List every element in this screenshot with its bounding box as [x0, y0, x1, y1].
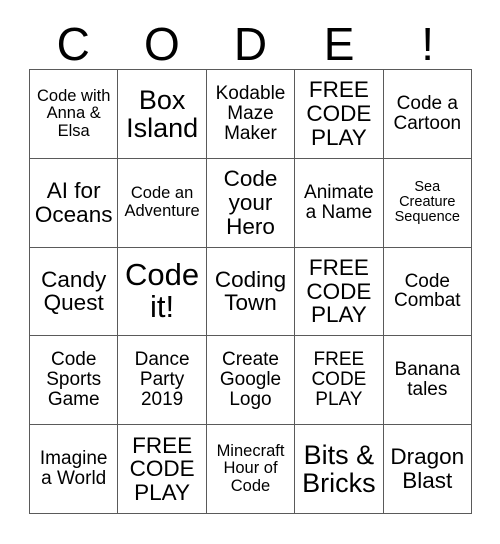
bingo-cell-r3c5[interactable]: Code Combat — [383, 247, 472, 337]
bingo-cell-label: Banana tales — [394, 359, 461, 401]
bingo-cell-label: Dance Party 2019 — [134, 349, 190, 411]
bingo-cell-r2c2[interactable]: Code an Adventure — [118, 158, 207, 248]
header-letter-5: ! — [421, 17, 435, 70]
bingo-cell-r3c3[interactable]: Coding Town — [206, 247, 296, 337]
bingo-cell-label: Code an Adventure — [124, 184, 200, 220]
bingo-cell-label: Imagine a World — [39, 448, 108, 490]
bingo-cell-r1c4[interactable]: FREE CODE PLAY — [295, 70, 384, 159]
bingo-cell-label: Code Combat — [394, 270, 461, 312]
bingo-cell-r3c1[interactable]: Candy Quest — [30, 247, 119, 337]
bingo-cell-r2c1[interactable]: AI for Oceans — [30, 158, 119, 248]
bingo-cell-label: Bits & Bricks — [302, 439, 376, 499]
bingo-grid: Code with Anna & Elsa Box Island Kodable M… — [29, 69, 472, 514]
bingo-cell-label: Code it! — [125, 256, 200, 325]
bingo-cell-r4c5[interactable]: Banana tales — [383, 336, 472, 426]
bingo-cell-r2c4[interactable]: Animate a Name — [295, 158, 384, 248]
header-letter-1: C — [56, 17, 90, 70]
bingo-header-row: C O D E ! — [29, 18, 472, 69]
header-letter-2: O — [144, 17, 180, 70]
bingo-cell-r5c3[interactable]: Minecraft Hour of Code — [206, 425, 296, 514]
bingo-cell-r1c2[interactable]: Box Island — [118, 70, 207, 159]
bingo-cell-label: FREE CODE PLAY — [129, 432, 195, 505]
bingo-cell-r3c4[interactable]: FREE CODE PLAY — [295, 247, 384, 337]
bingo-cell-r4c3[interactable]: Create Google Logo — [206, 336, 296, 426]
bingo-cell-label: Create Google Logo — [219, 349, 282, 411]
bingo-cell-label: FREE CODE PLAY — [306, 255, 372, 328]
bingo-cell-r5c4[interactable]: Bits & Bricks — [295, 425, 384, 514]
bingo-cell-label: Code a Cartoon — [393, 92, 462, 134]
bingo-cell-label: FREE CODE PLAY — [306, 77, 372, 150]
bingo-cell-label: Coding Town — [214, 266, 287, 316]
bingo-cell-r1c1[interactable]: Code with Anna & Elsa — [30, 70, 119, 159]
bingo-cell-label: Animate a Name — [304, 181, 374, 223]
bingo-cell-r1c3[interactable]: Kodable Maze Maker — [206, 70, 296, 159]
bingo-cell-label: AI for Oceans — [34, 178, 113, 227]
bingo-cell-label: FREE CODE PLAY — [311, 349, 367, 411]
bingo-cell-label: Sea Creature Sequence — [394, 178, 460, 226]
bingo-cell-r2c3[interactable]: Code your Hero — [206, 158, 296, 248]
bingo-cell-r5c1[interactable]: Imagine a World — [30, 425, 119, 514]
bingo-card: C O D E ! Code with Anna & Elsa Box Islan… — [0, 0, 500, 544]
bingo-cell-r4c1[interactable]: Code Sports Game — [30, 336, 119, 426]
bingo-cell-r1c5[interactable]: Code a Cartoon — [383, 70, 472, 159]
header-letter-3: D — [233, 17, 268, 70]
bingo-cell-label: Kodable Maze Maker — [215, 82, 286, 144]
bingo-cell-r5c5[interactable]: Dragon Blast — [383, 425, 472, 514]
bingo-cell-r4c2[interactable]: Dance Party 2019 — [118, 336, 207, 426]
bingo-cell-r2c5[interactable]: Sea Creature Sequence — [383, 158, 472, 248]
bingo-cell-label: Code with Anna & Elsa — [37, 86, 111, 140]
bingo-cell-label: Candy Quest — [41, 266, 107, 316]
bingo-cell-r3c2[interactable]: Code it! — [118, 247, 207, 337]
bingo-cell-label: Dragon Blast — [390, 444, 465, 494]
bingo-cell-r5c2[interactable]: FREE CODE PLAY — [118, 425, 207, 514]
bingo-cell-label: Code your Hero — [223, 166, 278, 239]
bingo-cell-r4c4[interactable]: FREE CODE PLAY — [295, 336, 384, 426]
bingo-cell-label: Code Sports Game — [46, 349, 102, 411]
bingo-cell-label: Box Island — [126, 84, 199, 143]
header-letter-4: E — [323, 17, 355, 70]
bingo-cell-label: Minecraft Hour of Code — [216, 442, 285, 495]
